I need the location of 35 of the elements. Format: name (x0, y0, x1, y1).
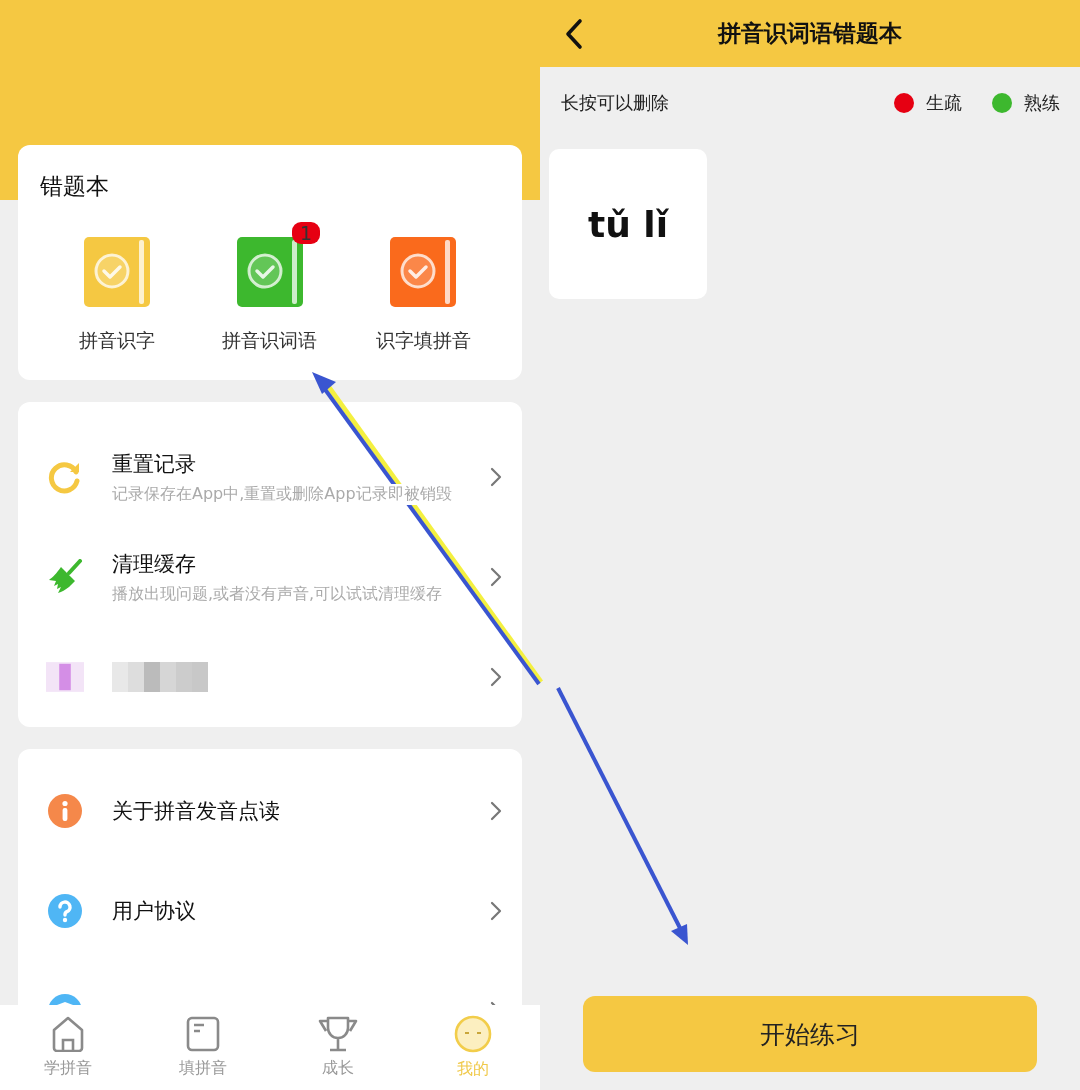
row-title: 清理缓存 (112, 550, 197, 578)
home-icon (50, 1016, 85, 1052)
settings-row[interactable]: 关于拼音发音点读 (18, 761, 522, 861)
row-title: 关于拼音发音点读 (112, 798, 281, 825)
hint-text: 长按可以删除 (561, 91, 670, 115)
mistake-book-button[interactable]: 1 拼音识词语 (193, 218, 347, 354)
legend-label: 生疏 (926, 91, 962, 115)
settings-row[interactable]: 清理缓存 播放出现问题,或者没有声音,可以试试清理缓存 (18, 527, 522, 627)
mistake-book-button[interactable]: 识字填拼音 (346, 218, 500, 354)
question-icon (48, 894, 82, 928)
page-title: 拼音识词语错题本 (718, 19, 902, 48)
chevron-right-icon (490, 901, 502, 921)
refresh-icon (48, 460, 82, 494)
blurred-icon (46, 659, 84, 695)
info-icon (48, 794, 82, 828)
chevron-right-icon (490, 801, 502, 821)
chevron-right-icon (490, 567, 502, 587)
settings-row[interactable]: 用户协议 (18, 861, 522, 961)
count-badge: 1 (291, 222, 320, 244)
row-subtitle: 记录保存在App中,重置或删除App记录即被销毁 (112, 483, 452, 505)
section-title: 错题本 (40, 172, 109, 201)
row-subtitle: 播放出现问题,或者没有声音,可以试试清理缓存 (112, 583, 443, 605)
legend-label: 熟练 (1024, 91, 1060, 115)
trophy-icon (317, 1016, 358, 1052)
settings-row[interactable]: 重置记录 记录保存在App中,重置或删除App记录即被销毁 (18, 427, 522, 527)
row-title: 用户协议 (112, 898, 197, 925)
mistake-book-button[interactable]: 拼音识字 (40, 218, 194, 354)
document-icon (185, 1016, 220, 1052)
chevron-right-icon (490, 467, 502, 487)
chevron-right-icon (490, 667, 502, 687)
start-practice-button[interactable]: 开始练习 (583, 996, 1037, 1072)
broom-icon (47, 559, 83, 595)
face-icon (453, 1015, 492, 1053)
word-card[interactable]: tǔ lǐ (549, 149, 707, 299)
row-title: 重置记录 (112, 450, 197, 478)
